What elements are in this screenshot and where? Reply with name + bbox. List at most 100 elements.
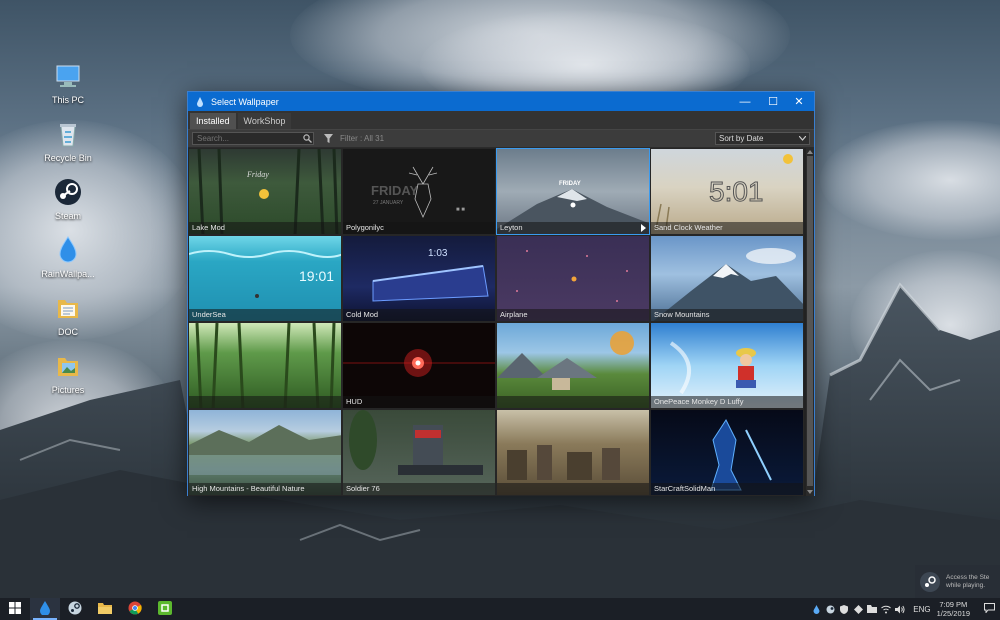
taskbar-app-chrome[interactable]: [120, 598, 150, 620]
steam-icon: [52, 176, 84, 208]
wallpaper-name: High Mountains - Beautiful Nature: [189, 483, 341, 495]
wallpaper-tile[interactable]: High Mountains - Beautiful Nature: [188, 409, 342, 496]
scrollbar-thumb[interactable]: [807, 156, 813, 486]
rain-drop-icon: [52, 234, 84, 266]
wallpaper-tile[interactable]: StarCraftSolidMan: [650, 409, 804, 496]
desktop-icon-rainwallpaper[interactable]: RainWallpa...: [30, 234, 106, 279]
desktop-icon-label: Recycle Bin: [30, 153, 106, 163]
wallpaper-name: Airplane: [497, 309, 649, 321]
window-title: Select Wallpaper: [211, 97, 279, 107]
wallpaper-name: OnePeace Monkey D Luffy: [651, 396, 803, 408]
search-icon[interactable]: [301, 133, 313, 144]
steam-icon: [920, 572, 940, 592]
svg-text:5:01: 5:01: [709, 176, 764, 207]
svg-text:27 JANUARY: 27 JANUARY: [373, 200, 404, 206]
wallpaper-tile[interactable]: Soldier 76: [342, 409, 496, 496]
toolbar: Filter : All 31 Sort by Date: [188, 129, 814, 147]
taskbar: ENG 7:09 PM 1/25/2019: [0, 598, 1000, 620]
desktop-icon-label: Steam: [30, 211, 106, 221]
taskbar-app-file-explorer[interactable]: [90, 598, 120, 620]
wallpaper-tile[interactable]: 5:01 Sand Clock Weather: [650, 148, 804, 235]
steam-tray-icon[interactable]: [823, 598, 837, 620]
diamond-icon[interactable]: [851, 598, 865, 620]
sort-selected-value: Sort by Date: [719, 134, 763, 143]
desktop-icon-this-pc[interactable]: This PC: [30, 60, 106, 105]
select-wallpaper-window: Select Wallpaper — ☐ ✕ Installed WorkSho…: [187, 91, 815, 496]
wallpaper-tile[interactable]: 19:01 UnderSea: [188, 235, 342, 322]
wallpaper-name: Soldier 76: [343, 483, 495, 495]
wallpaper-tile[interactable]: FRIDAY27 JANUARY■ ■ Polygonilyc: [342, 148, 496, 235]
steam-icon: [68, 601, 82, 618]
tab-installed[interactable]: Installed: [190, 113, 236, 129]
wallpaper-name: Cold Mod: [343, 309, 495, 321]
language-indicator[interactable]: ENG: [913, 605, 930, 614]
start-button[interactable]: [0, 598, 30, 620]
wallpaper-tile[interactable]: Snow Mountains: [650, 235, 804, 322]
wallpaper-tile[interactable]: [496, 322, 650, 409]
clock-date: 1/25/2019: [937, 609, 970, 618]
sort-dropdown[interactable]: Sort by Date: [715, 132, 810, 145]
folder-pictures-icon: [52, 350, 84, 382]
filter-icon[interactable]: [324, 133, 334, 145]
taskbar-app-steam[interactable]: [60, 598, 90, 620]
desktop-icon-steam[interactable]: Steam: [30, 176, 106, 221]
tab-bar: Installed WorkShop: [188, 111, 814, 129]
wallpaper-name: StarCraftSolidMan: [651, 483, 803, 495]
clock-time: 7:09 PM: [937, 600, 970, 609]
desktop-icon-label: Pictures: [30, 385, 106, 395]
network-icon[interactable]: [879, 598, 893, 620]
recycle-bin-icon: [52, 118, 84, 150]
windows-start-icon: [9, 602, 21, 617]
wallpaper-tile[interactable]: HUD: [342, 322, 496, 409]
system-tray: ENG 7:09 PM 1/25/2019: [809, 598, 1000, 620]
action-center-button[interactable]: [978, 598, 1000, 620]
svg-text:FRIDAY: FRIDAY: [559, 181, 581, 187]
volume-icon[interactable]: [893, 598, 907, 620]
search-input[interactable]: [193, 134, 301, 143]
shield-icon[interactable]: [837, 598, 851, 620]
desktop-icon-pictures[interactable]: Pictures: [30, 350, 106, 395]
notification-icon: [984, 603, 995, 616]
desktop-icon-doc[interactable]: DOC: [30, 292, 106, 337]
wallpaper-tile[interactable]: Friday Lake Mod: [188, 148, 342, 235]
minimize-button[interactable]: —: [732, 92, 758, 111]
title-bar[interactable]: Select Wallpaper — ☐ ✕: [188, 92, 814, 111]
taskbar-app-camtasia[interactable]: [150, 598, 180, 620]
taskbar-app-rainwallpaper[interactable]: [30, 598, 60, 620]
scroll-down-icon[interactable]: [807, 490, 813, 494]
wallpaper-grid: Friday Lake Mod FRIDAY27 JANUARY■ ■ Poly…: [188, 148, 806, 496]
desktop-icon-label: DOC: [30, 327, 106, 337]
wallpaper-tile[interactable]: Airplane: [496, 235, 650, 322]
chrome-icon: [128, 601, 142, 618]
folder-tray-icon[interactable]: [865, 598, 879, 620]
wallpaper-name: [497, 483, 649, 495]
computer-icon: [52, 60, 84, 92]
steam-notification[interactable]: Access the Ste while playing.: [915, 565, 1000, 598]
play-icon[interactable]: [641, 224, 646, 232]
file-explorer-icon: [98, 602, 112, 617]
grid-scrollbar[interactable]: [806, 148, 814, 496]
rainwallpaper-icon: [39, 601, 51, 618]
wallpaper-name: Lake Mod: [189, 222, 341, 234]
wallpaper-tile[interactable]: FRIDAY Leyton: [496, 148, 650, 235]
wallpaper-name: Snow Mountains: [651, 309, 803, 321]
chevron-down-icon: [799, 134, 806, 143]
rainwallpaper-tray-icon[interactable]: [809, 598, 823, 620]
desktop-icon-recycle-bin[interactable]: Recycle Bin: [30, 118, 106, 163]
wallpaper-name: HUD: [343, 396, 495, 408]
wallpaper-tile[interactable]: 1:03 Cold Mod: [342, 235, 496, 322]
wallpaper-name: UnderSea: [189, 309, 341, 321]
wallpaper-name: [497, 396, 649, 408]
wallpaper-tile[interactable]: OnePeace Monkey D Luffy: [650, 322, 804, 409]
maximize-button[interactable]: ☐: [760, 92, 786, 111]
wallpaper-name: Polygonilyc: [343, 222, 495, 234]
desktop-icon-label: RainWallpa...: [30, 269, 106, 279]
wallpaper-name: Sand Clock Weather: [651, 222, 803, 234]
wallpaper-tile[interactable]: [188, 322, 342, 409]
clock[interactable]: 7:09 PM 1/25/2019: [937, 600, 970, 618]
wallpaper-tile[interactable]: [496, 409, 650, 496]
svg-text:Friday: Friday: [246, 170, 269, 179]
tab-workshop[interactable]: WorkShop: [238, 113, 292, 129]
close-button[interactable]: ✕: [786, 92, 812, 111]
scroll-up-icon[interactable]: [807, 150, 813, 154]
